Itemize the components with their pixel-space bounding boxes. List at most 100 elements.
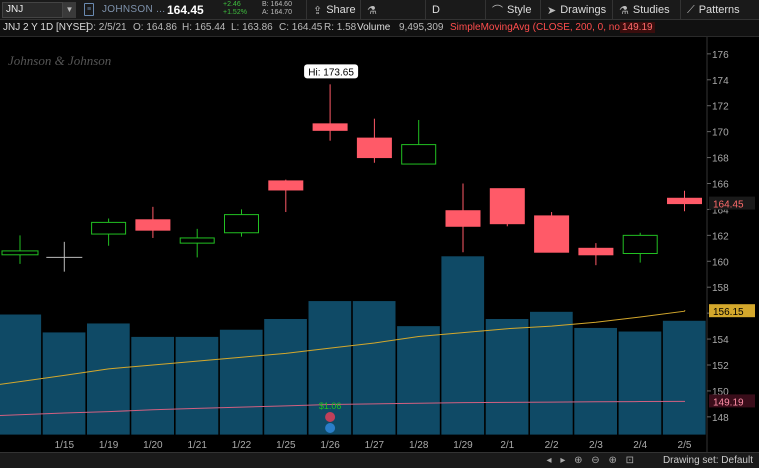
info-marker-icon [325,423,336,433]
candle-down [268,180,304,191]
flask-studies-icon: ⚗ [619,4,629,17]
price-change-abs: +2.46 [223,1,241,8]
volume-bar [0,313,42,436]
candle-down [489,188,525,225]
dividend-label: $1.06 [319,401,342,411]
price-chart[interactable]: 1481501521541561581601621641661681701721… [0,37,759,452]
sma-study-label[interactable]: SimpleMovingAvg (CLOSE, 200, 0, no) [450,22,623,33]
candle-up [1,250,39,256]
candle-up [622,234,658,255]
volume-value: 9,495,309 [399,22,444,33]
chart-toolbar: JNJ ▼ ≡ JOHNSON ... 164.45 +2.46 +1.52% … [0,0,759,20]
price-change: +2.46 +1.52% [223,1,247,17]
style-button[interactable]: ⌒ Style [485,0,531,20]
volume-bar [617,330,663,436]
bar-date: D: 2/5/21 [86,22,127,33]
volume-bar [396,325,441,436]
bar-close: C: 164.45 [279,22,323,33]
x-tick-label: 1/29 [453,440,473,451]
earnings-marker-icon [325,412,336,422]
patterns-button[interactable]: ⟋ Patterns [680,0,740,20]
drawings-button[interactable]: ➤ Drawings [540,0,606,20]
volume-bar [662,319,707,436]
x-tick-label: 1/21 [187,440,207,451]
volume-label: Volume [357,22,391,33]
hi-annotation-text: Hi: 173.65 [308,67,354,78]
x-tick-label: 1/28 [409,440,429,451]
ask-price: A: 164.70 [262,9,292,16]
period-button[interactable]: D [425,0,451,20]
y-tick-label: 162 [712,231,729,242]
bar-open: O: 164.86 [133,22,177,33]
volume-bar [263,318,308,436]
status-bar: ◂ ▸ ⊕ ⊖ ⊕ ⊡ Drawing set: Default [0,452,759,468]
sma-fast-label: 156.15 [713,307,744,318]
x-tick-label: 2/5 [678,440,692,451]
chart-title: JNJ 2 Y 1D [NYSE] [3,22,89,33]
y-tick-label: 168 [712,154,729,165]
symbol-dropdown-icon[interactable]: ▼ [62,2,76,18]
volume-bar [130,336,175,436]
volume-bar [86,322,131,436]
volume-bar [351,300,397,436]
x-tick-label: 1/25 [276,440,296,451]
company-name: JOHNSON ... [102,4,166,15]
chart-info-bar: JNJ 2 Y 1D [NYSE] D: 2/5/21 O: 164.86 H:… [0,20,759,37]
x-tick-label: 1/27 [365,440,385,451]
x-tick-label: 1/26 [320,440,340,451]
y-tick-label: 154 [712,335,729,346]
candle-up [401,144,437,165]
price-change-pct: +1.52% [223,9,247,16]
candle-down [667,197,702,205]
volume-bar [219,328,264,436]
share-icon: ⇪ [313,4,323,17]
bar-high: H: 165.44 [182,22,226,33]
volume-bar [573,327,618,436]
x-tick-label: 2/3 [589,440,603,451]
sma-200-label: 149.19 [713,397,744,408]
drawing-set-status[interactable]: Drawing set: Default [663,455,753,466]
candle-down [534,215,570,253]
y-tick-label: 160 [712,257,729,268]
last-price-label: 164.45 [713,200,744,211]
x-tick-label: 1/20 [143,440,163,451]
y-tick-label: 152 [712,361,729,372]
flask-icon: ⚗ [367,4,377,17]
x-tick-label: 1/15 [55,440,75,451]
candle-up [91,221,127,235]
y-tick-label: 148 [712,413,729,424]
y-tick-label: 170 [712,128,729,139]
candle-up [179,237,215,244]
studies-button[interactable]: ⚗ Studies [612,0,670,20]
y-tick-label: 176 [712,50,729,61]
patterns-icon: ⟋ [687,3,695,16]
volume-bar [41,331,87,436]
candle-down [445,210,481,227]
y-tick-label: 166 [712,179,729,190]
share-button[interactable]: ⇪ Share [306,0,356,20]
company-info-icon[interactable]: ≡ [84,3,94,16]
candle-down [578,247,614,256]
x-tick-label: 1/22 [232,440,252,451]
y-tick-label: 174 [712,76,729,87]
volume-bar [174,336,220,436]
candle-up [224,214,259,234]
bar-range: R: 1.58 [324,22,357,33]
x-tick-label: 2/4 [633,440,647,451]
x-tick-label: 1/19 [99,440,119,451]
x-tick-label: 2/1 [500,440,514,451]
bar-low: L: 163.86 [231,22,273,33]
volume-bar [484,318,530,436]
y-tick-label: 158 [712,283,729,294]
zoom-controls[interactable]: ◂ ▸ ⊕ ⊖ ⊕ ⊡ [547,455,637,466]
last-price: 164.45 [167,3,204,17]
sma-study-value: 149.19 [620,22,655,33]
candle-down [312,123,348,131]
x-tick-label: 2/2 [545,440,559,451]
volume-bar [529,311,574,436]
style-icon: ⌒ [492,5,503,17]
flask-button[interactable]: ⚗ [360,0,390,20]
bid-ask: B: 164.60 A: 164.70 [262,1,292,17]
bid-price: B: 164.60 [262,1,292,8]
candle-down [356,137,392,159]
